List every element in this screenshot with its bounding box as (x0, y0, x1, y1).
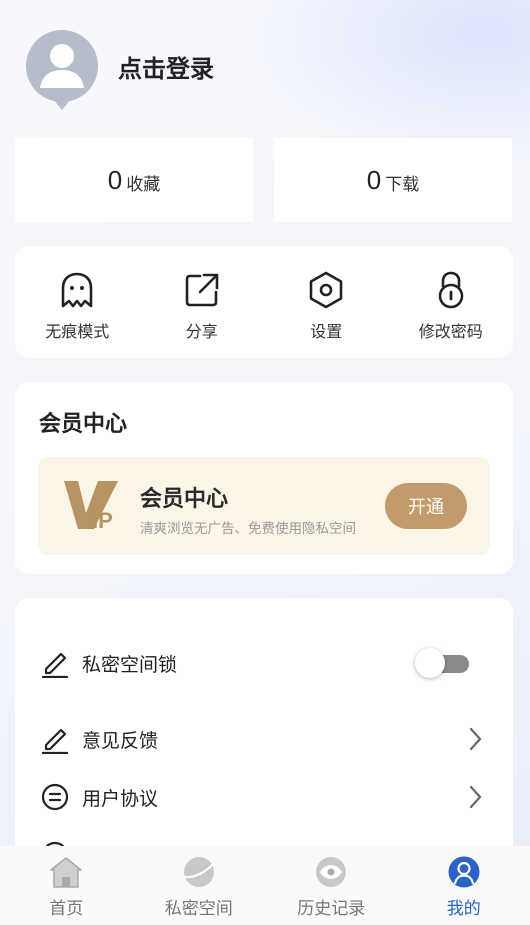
settings-label: 设置 (310, 322, 343, 341)
membership-section: 会员中心 IP 会员中心 清爽浏览无广告、免费使用隐私空间 开通 (15, 382, 513, 574)
vip-title: 会员中心 (140, 487, 229, 512)
private-space-lock-label: 私密空间锁 (82, 653, 178, 676)
bottom-nav: 首页 私密空间 历史记录 我的 (0, 846, 530, 925)
downloads-stat[interactable]: 0 下载 (274, 138, 512, 222)
toggle-knob (415, 648, 445, 678)
change-password-label: 修改密码 (418, 322, 483, 341)
avatar[interactable] (26, 30, 98, 110)
downloads-count: 0 (366, 164, 382, 195)
list-item-private-space-lock[interactable]: 私密空间锁 (15, 638, 513, 688)
chevron-right-icon (469, 785, 482, 809)
nav-mine-label: 我的 (446, 899, 481, 919)
svg-text:IP: IP (92, 508, 113, 531)
nav-history-label: 历史记录 (297, 899, 366, 919)
favorites-label: 收藏 (126, 174, 161, 195)
share-label: 分享 (185, 322, 218, 341)
share-icon (185, 273, 219, 307)
activate-vip-button[interactable]: 开通 (385, 483, 467, 529)
incognito-mode-button[interactable]: 无痕模式 (15, 246, 140, 358)
nav-home-label: 首页 (49, 899, 84, 919)
list-item-user-agreement[interactable]: 用户协议 (15, 772, 513, 822)
planet-icon (183, 857, 214, 887)
settings-button[interactable]: 设置 (264, 246, 389, 358)
feedback-label: 意见反馈 (82, 729, 159, 752)
downloads-label: 下载 (385, 174, 420, 195)
membership-section-title: 会员中心 (39, 412, 128, 437)
profile-header[interactable]: 点击登录 (26, 30, 214, 110)
home-icon (50, 857, 82, 888)
login-link[interactable]: 点击登录 (118, 49, 214, 84)
vip-banner[interactable]: IP 会员中心 清爽浏览无广告、免费使用隐私空间 开通 (38, 457, 490, 555)
nav-private-space[interactable]: 私密空间 (133, 846, 266, 925)
incognito-mode-label: 无痕模式 (45, 322, 110, 341)
favorites-stat[interactable]: 0 收藏 (15, 138, 253, 222)
vip-logo-icon: IP (64, 481, 118, 531)
person-icon (40, 44, 84, 88)
pen-icon (41, 728, 69, 754)
change-password-button[interactable]: 修改密码 (389, 246, 514, 358)
user-icon (448, 856, 480, 888)
user-agreement-label: 用户协议 (82, 787, 159, 810)
vip-description: 清爽浏览无广告、免费使用隐私空间 (140, 521, 356, 537)
chevron-right-icon (469, 727, 482, 751)
list-circle-icon (41, 783, 69, 811)
nav-home[interactable]: 首页 (0, 846, 133, 925)
nav-mine[interactable]: 我的 (398, 846, 530, 925)
nav-history[interactable]: 历史记录 (265, 846, 398, 925)
pen-icon (41, 652, 69, 678)
private-space-lock-toggle[interactable] (415, 647, 471, 679)
stats-row: 0 收藏 0 下载 (15, 138, 513, 222)
list-item-feedback[interactable]: 意见反馈 (15, 714, 513, 764)
settings-hexagon-icon (309, 271, 343, 309)
favorites-count: 0 (107, 164, 123, 195)
lock-icon (438, 271, 464, 309)
ghost-icon (61, 272, 93, 308)
share-button[interactable]: 分享 (140, 246, 265, 358)
eye-icon (316, 857, 347, 887)
nav-private-space-label: 私密空间 (164, 899, 233, 919)
quick-actions: 无痕模式 分享 设置 修改密码 (15, 246, 513, 358)
